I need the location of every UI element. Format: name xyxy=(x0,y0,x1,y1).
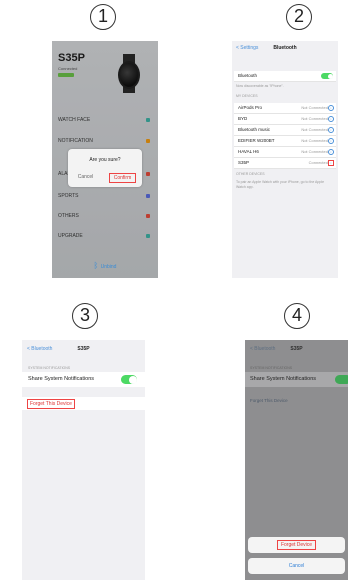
dialog-cancel-button[interactable]: Cancel xyxy=(74,173,98,183)
page-title: Bluetooth xyxy=(273,45,297,51)
step-number-3: 3 xyxy=(72,303,98,329)
unbind-label: Unbind xyxy=(100,264,117,270)
share-notifications-row: Share System Notifications xyxy=(22,372,145,387)
other-devices-header: OTHER DEVICES xyxy=(236,172,265,176)
section-header: SYSTEM NOTIFICATIONS xyxy=(28,366,71,370)
info-icon[interactable]: i xyxy=(328,105,334,111)
device-status: Not Connected xyxy=(301,116,328,121)
nav-bar: < Settings Bluetooth xyxy=(232,41,338,55)
device-row[interactable]: S35P Connected i xyxy=(234,158,336,169)
share-notifications-label: Share System Notifications xyxy=(250,376,317,382)
bluetooth-toggle[interactable] xyxy=(321,73,333,79)
phone-screen-watch-app: S35P Connected WATCH FACE NOTIFICATION A… xyxy=(52,41,158,278)
share-notifications-label: Share System Notifications xyxy=(28,376,95,382)
phone-screen-bluetooth-settings: < Settings Bluetooth Bluetooth Now disco… xyxy=(232,41,338,278)
bluetooth-icon: ᛒ xyxy=(93,261,99,270)
info-icon[interactable]: i xyxy=(328,116,334,122)
info-icon[interactable]: i xyxy=(328,138,334,144)
bluetooth-row: Bluetooth xyxy=(234,71,336,82)
share-notifications-row: Share System Notifications xyxy=(245,372,348,387)
phone-screen-forget-confirm: < Bluetooth S35P SYSTEM NOTIFICATIONS Sh… xyxy=(245,340,348,580)
forget-device-link[interactable]: Forget This Device xyxy=(250,398,288,403)
bluetooth-toggle-card: Bluetooth xyxy=(234,71,336,82)
device-row[interactable]: AirPods Pro Not Connected i xyxy=(234,103,336,114)
forget-device-button[interactable]: Forget This Device xyxy=(27,399,75,409)
info-icon[interactable]: i xyxy=(328,127,334,133)
device-row[interactable]: HAVAL H6 Not Connected i xyxy=(234,147,336,158)
bluetooth-label: Bluetooth xyxy=(238,73,258,78)
device-name: EDIFIER W200BT xyxy=(238,138,275,143)
device-status: Not Connected xyxy=(301,138,328,143)
section-header: SYSTEM NOTIFICATIONS xyxy=(250,366,293,370)
device-row[interactable]: Bluetooth music Not Connected i xyxy=(234,125,336,136)
confirm-dialog: Are you sure? Cancel Confirm xyxy=(68,149,142,187)
footnote: To pair an Apple Watch with your iPhone,… xyxy=(236,180,325,189)
my-devices-list: AirPods Pro Not Connected i BYD Not Conn… xyxy=(234,103,336,169)
device-name: HAVAL H6 xyxy=(238,149,259,154)
info-icon[interactable]: i xyxy=(328,149,334,155)
device-status: Not Connected xyxy=(301,127,328,132)
action-sheet-cancel: Cancel xyxy=(248,558,345,574)
unbind-button[interactable]: ᛒ Unbind xyxy=(52,261,158,270)
my-devices-header: MY DEVICES xyxy=(236,94,258,98)
share-notifications-toggle[interactable] xyxy=(121,375,137,384)
page-title: S35P xyxy=(77,346,90,352)
step-number-1: 1 xyxy=(90,4,116,30)
device-name: AirPods Pro xyxy=(238,105,263,110)
cancel-button[interactable]: Cancel xyxy=(248,563,345,569)
action-sheet: Forget Device xyxy=(248,537,345,553)
step-number-4: 4 xyxy=(284,303,310,329)
device-row[interactable]: BYD Not Connected i xyxy=(234,114,336,125)
page-title: S35P xyxy=(290,346,303,352)
discoverable-note: Now discoverable as "iPhone". xyxy=(236,84,284,88)
phone-screen-device-detail: < Bluetooth S35P SYSTEM NOTIFICATIONS Sh… xyxy=(22,340,145,580)
device-status: Not Connected xyxy=(301,149,328,154)
info-icon[interactable]: i xyxy=(328,160,334,166)
device-status: Connected xyxy=(308,160,328,165)
share-notifications-toggle[interactable] xyxy=(335,375,348,384)
dialog-title: Are you sure? xyxy=(89,157,121,163)
device-status: Not Connected xyxy=(301,105,328,110)
step-number-2: 2 xyxy=(286,4,312,30)
device-row[interactable]: EDIFIER W200BT Not Connected i xyxy=(234,136,336,147)
forget-device-confirm-button[interactable]: Forget Device xyxy=(276,540,317,550)
device-name: Bluetooth music xyxy=(238,127,271,132)
dialog-confirm-button[interactable]: Confirm xyxy=(108,173,137,183)
forget-device-row: Forget This Device xyxy=(22,397,145,410)
device-name: BYD xyxy=(238,116,248,121)
device-name: S35P xyxy=(238,160,250,165)
